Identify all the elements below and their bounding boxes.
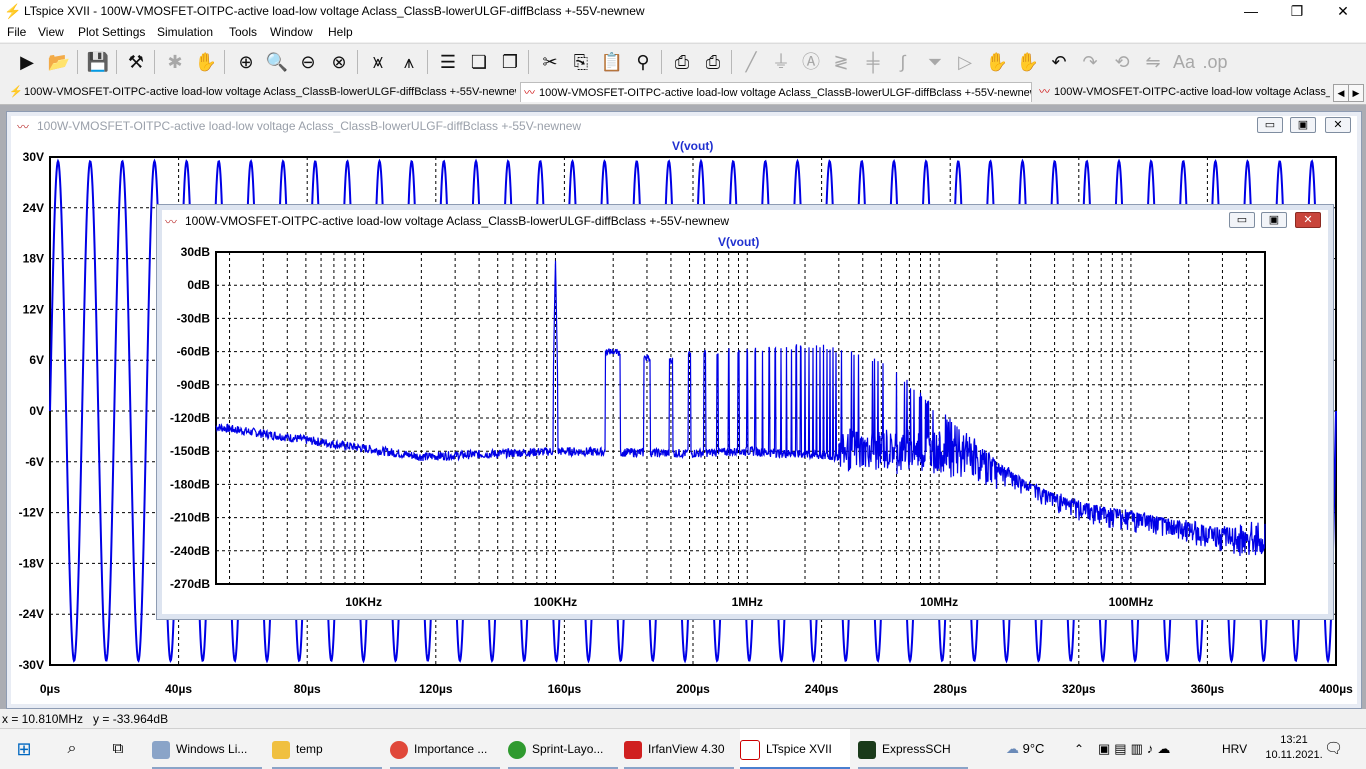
language-indicator[interactable]: HRV: [1222, 729, 1252, 769]
taskbar-item-irfanview[interactable]: IrfanView 4.30: [624, 729, 734, 769]
taskbar-label: Importance ...: [414, 742, 488, 756]
task-view-icon[interactable]: ⧉: [106, 729, 130, 769]
ltspice-icon: [740, 739, 760, 760]
weather-widget[interactable]: ☁ 9°C: [1006, 729, 1062, 769]
windows-live-icon: [152, 740, 170, 759]
fft-y-tick-label: -120dB: [170, 411, 210, 425]
fft-y-tick-label: 30dB: [181, 245, 211, 259]
expresssch-icon: [858, 740, 876, 759]
fft-y-tick-label: 0dB: [187, 278, 210, 292]
search-icon[interactable]: ⌕: [60, 729, 84, 769]
fft-x-tick-label: 1MHz: [732, 595, 763, 609]
cursor-readout: x = 10.810MHz y = -33.964dB: [2, 712, 169, 726]
taskbar-label: LTspice XVII: [766, 742, 832, 756]
clock-time: 13:21: [1280, 734, 1308, 746]
fft-y-tick-label: -180dB: [170, 477, 210, 491]
sprint-layout-icon: [508, 740, 526, 759]
fft-x-tick-label: 100MHz: [1109, 595, 1154, 609]
taskbar-label: Sprint-Layo...: [532, 742, 604, 756]
fft-y-tick-label: -90dB: [177, 378, 211, 392]
weather-temp: 9°C: [1022, 741, 1045, 756]
chrome-icon: [390, 740, 408, 759]
fft-y-tick-label: -30dB: [177, 311, 211, 325]
taskbar-label: IrfanView 4.30: [648, 742, 725, 756]
taskbar-label: ExpressSCH: [882, 742, 951, 756]
windows-start-icon[interactable]: ⊞: [12, 729, 36, 769]
fft-x-tick-label: 10MHz: [920, 595, 958, 609]
taskbar-label: temp: [296, 742, 323, 756]
fft-y-tick-label: -240dB: [170, 544, 210, 558]
clock[interactable]: 13:21 10.11.2021.: [1262, 733, 1326, 763]
fft-x-tick-label: 10KHz: [345, 595, 382, 609]
taskbar: ⊞ ⌕ ⧉ Windows Li... temp Importance ... …: [0, 728, 1366, 769]
fft-chart[interactable]: 10KHz 100KHz 1MHz 10MHz 100MHz 30dB 0dB -30dB -6…: [0, 0, 1366, 710]
taskbar-item-windows-live[interactable]: Windows Li...: [152, 729, 262, 769]
fft-y-tick-label: -270dB: [170, 577, 210, 591]
taskbar-item-chrome[interactable]: Importance ...: [390, 729, 500, 769]
fft-y-tick-label: -60dB: [177, 345, 211, 359]
tray-icons[interactable]: ▣▤▥♪☁: [1098, 729, 1198, 769]
taskbar-item-sprint-layout[interactable]: Sprint-Layo...: [508, 729, 618, 769]
show-hidden-icons-chevron-icon[interactable]: ⌃: [1074, 729, 1088, 769]
cloud-icon: ☁: [1006, 741, 1023, 756]
clock-date: 10.11.2021.: [1265, 749, 1323, 761]
notification-icon[interactable]: 🗨: [1324, 729, 1344, 769]
fft-y-tick-label: -150dB: [170, 444, 210, 458]
irfanview-icon: [624, 740, 642, 759]
taskbar-item-temp[interactable]: temp: [272, 729, 382, 769]
fft-y-tick-label: -210dB: [170, 511, 210, 525]
folder-icon: [272, 740, 290, 759]
taskbar-item-ltspice[interactable]: LTspice XVII: [740, 729, 850, 769]
taskbar-item-expresssch[interactable]: ExpressSCH: [858, 729, 968, 769]
status-bar: x = 10.810MHz y = -33.964dB: [0, 710, 1366, 728]
taskbar-label: Windows Li...: [176, 742, 248, 756]
fft-x-tick-label: 100KHz: [534, 595, 577, 609]
